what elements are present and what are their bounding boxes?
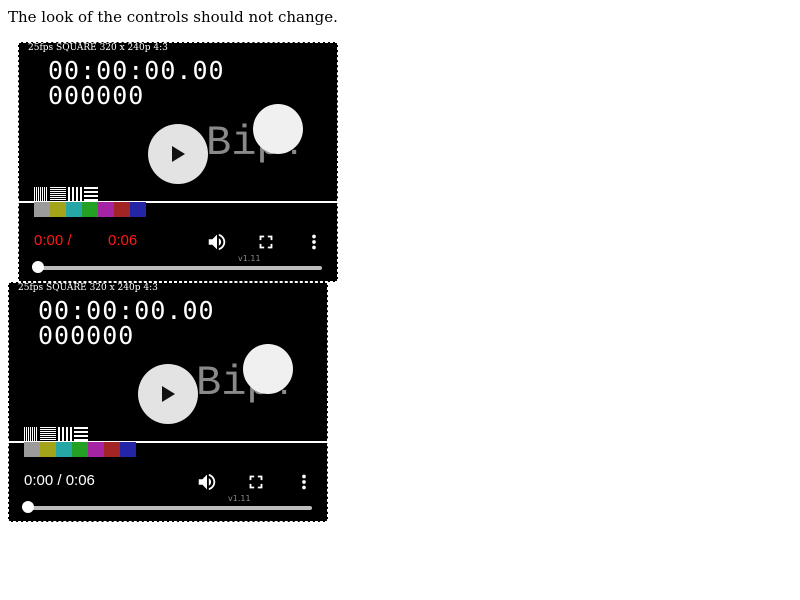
frame-counter: 000000	[48, 81, 145, 110]
duration: 0:06	[108, 232, 138, 249]
color-bar	[82, 202, 98, 217]
color-bar	[24, 442, 40, 457]
color-bars	[34, 202, 146, 217]
color-bar	[104, 442, 120, 457]
current-time: 0:00 / 0:06	[24, 472, 95, 489]
version-label: v1.11	[228, 494, 251, 503]
color-bar	[98, 202, 114, 217]
more-vert-icon	[302, 474, 306, 490]
color-bar	[72, 442, 88, 457]
progress-thumb[interactable]	[22, 501, 34, 513]
frame-counter: 000000	[38, 321, 135, 350]
sync-circle	[243, 344, 293, 394]
play-button[interactable]	[138, 364, 198, 424]
video-player[interactable]: 25fps SQUARE 320 x 240p 4:3 00:00:00.00 …	[8, 282, 328, 522]
volume-icon	[208, 233, 226, 251]
color-bar	[66, 202, 82, 217]
color-bar	[120, 442, 136, 457]
resolution-bars	[34, 186, 98, 201]
progress-track[interactable]	[38, 266, 322, 270]
progress-thumb[interactable]	[32, 261, 44, 273]
volume-icon	[198, 473, 216, 491]
color-bar	[130, 202, 146, 217]
color-bar	[40, 442, 56, 457]
video-info: 25fps SQUARE 320 x 240p 4:3	[28, 43, 168, 53]
fullscreen-icon	[249, 475, 263, 489]
color-bars	[24, 442, 136, 457]
current-time: 0:00 /	[34, 232, 72, 249]
sync-circle	[253, 104, 303, 154]
page-note: The look of the controls should not chan…	[8, 8, 338, 26]
fullscreen-button[interactable]	[254, 230, 278, 254]
play-icon	[172, 146, 185, 162]
progress-track[interactable]	[28, 506, 312, 510]
more-vert-icon	[312, 234, 316, 250]
color-bar	[50, 202, 66, 217]
overflow-menu-button[interactable]	[292, 470, 316, 494]
overflow-menu-button[interactable]	[302, 230, 326, 254]
mute-button[interactable]	[205, 230, 229, 254]
play-icon	[162, 386, 175, 402]
resolution-bars	[24, 426, 88, 441]
mute-button[interactable]	[195, 470, 219, 494]
color-bar	[34, 202, 50, 217]
version-label: v1.11	[238, 254, 261, 263]
color-bar	[56, 442, 72, 457]
fullscreen-button[interactable]	[244, 470, 268, 494]
play-button[interactable]	[148, 124, 208, 184]
video-player[interactable]: 25fps SQUARE 320 x 240p 4:3 00:00:00.00 …	[18, 42, 338, 282]
fullscreen-icon	[259, 235, 273, 249]
color-bar	[114, 202, 130, 217]
video-info: 25fps SQUARE 320 x 240p 4:3	[18, 283, 158, 293]
color-bar	[88, 442, 104, 457]
